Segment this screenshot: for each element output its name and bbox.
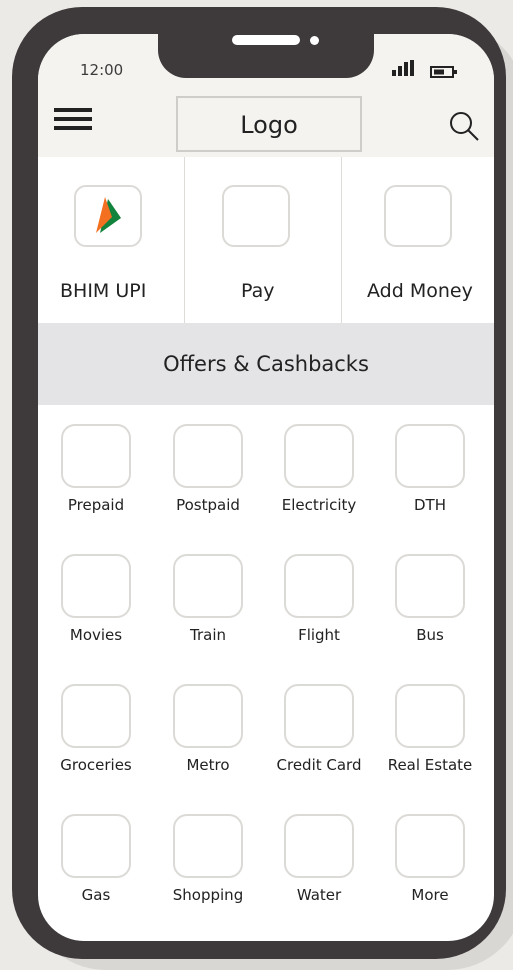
add-money-icon bbox=[384, 185, 452, 247]
electricity-icon bbox=[284, 424, 354, 488]
train-icon bbox=[173, 554, 243, 618]
service-metro[interactable]: Metro bbox=[150, 684, 260, 794]
service-label: DTH bbox=[414, 496, 446, 514]
service-label: Bus bbox=[416, 626, 444, 644]
service-label: Electricity bbox=[281, 496, 357, 514]
real-estate-icon bbox=[395, 684, 465, 748]
service-more[interactable]: More bbox=[372, 814, 482, 924]
service-label: Prepaid bbox=[67, 496, 125, 514]
status-time: 12:00 bbox=[80, 61, 124, 79]
app-screen: 12:00 Logo BHIM UPI Pay Add Money Offers… bbox=[38, 34, 494, 941]
service-groceries[interactable]: Groceries bbox=[38, 684, 148, 794]
service-label: Groceries bbox=[60, 756, 132, 774]
metro-icon bbox=[173, 684, 243, 748]
water-icon bbox=[284, 814, 354, 878]
menu-icon[interactable] bbox=[54, 108, 92, 130]
service-label: Water bbox=[296, 886, 342, 904]
service-shopping[interactable]: Shopping bbox=[150, 814, 260, 924]
service-movies[interactable]: Movies bbox=[38, 554, 148, 664]
quick-action-label: BHIM UPI bbox=[60, 280, 147, 302]
bus-icon bbox=[395, 554, 465, 618]
quick-action-pay[interactable]: Pay bbox=[185, 157, 341, 323]
service-flight[interactable]: Flight bbox=[261, 554, 371, 664]
search-icon[interactable] bbox=[448, 110, 480, 142]
signal-icon bbox=[392, 60, 414, 76]
service-credit-card[interactable]: Credit Card bbox=[261, 684, 371, 794]
service-label: More bbox=[411, 886, 449, 904]
top-bar: 12:00 Logo bbox=[38, 34, 494, 157]
quick-actions: BHIM UPI Pay Add Money bbox=[38, 157, 494, 323]
quick-action-label: Pay bbox=[241, 280, 275, 302]
quick-action-label: Add Money bbox=[367, 280, 473, 302]
more-icon bbox=[395, 814, 465, 878]
service-electricity[interactable]: Electricity bbox=[261, 424, 371, 534]
phone-notch bbox=[158, 34, 374, 78]
camera-icon bbox=[310, 36, 319, 45]
service-train[interactable]: Train bbox=[150, 554, 260, 664]
movies-icon bbox=[61, 554, 131, 618]
flight-icon bbox=[284, 554, 354, 618]
service-water[interactable]: Water bbox=[261, 814, 371, 924]
service-bus[interactable]: Bus bbox=[372, 554, 482, 664]
prepaid-icon bbox=[61, 424, 131, 488]
dth-icon bbox=[395, 424, 465, 488]
service-label: Gas bbox=[81, 886, 111, 904]
offers-cashbacks-button[interactable]: Offers & Cashbacks bbox=[38, 323, 494, 405]
groceries-icon bbox=[61, 684, 131, 748]
service-prepaid[interactable]: Prepaid bbox=[38, 424, 148, 534]
service-label: Metro bbox=[186, 756, 230, 774]
postpaid-icon bbox=[173, 424, 243, 488]
bhim-upi-icon bbox=[74, 185, 142, 247]
shopping-icon bbox=[173, 814, 243, 878]
service-real-estate[interactable]: Real Estate bbox=[372, 684, 482, 794]
service-postpaid[interactable]: Postpaid bbox=[150, 424, 260, 534]
service-label: Movies bbox=[69, 626, 123, 644]
service-label: Credit Card bbox=[276, 756, 362, 774]
quick-action-add-money[interactable]: Add Money bbox=[342, 157, 494, 323]
service-label: Flight bbox=[298, 626, 340, 644]
battery-icon bbox=[430, 66, 457, 78]
speaker-icon bbox=[232, 35, 300, 45]
credit-card-icon bbox=[284, 684, 354, 748]
pay-icon bbox=[222, 185, 290, 247]
service-label: Postpaid bbox=[176, 496, 240, 514]
service-dth[interactable]: DTH bbox=[372, 424, 482, 534]
quick-action-bhim-upi[interactable]: BHIM UPI bbox=[38, 157, 184, 323]
service-label: Train bbox=[190, 626, 226, 644]
logo: Logo bbox=[176, 96, 362, 152]
gas-icon bbox=[61, 814, 131, 878]
service-gas[interactable]: Gas bbox=[38, 814, 148, 924]
service-label: Shopping bbox=[172, 886, 244, 904]
service-label: Real Estate bbox=[387, 756, 473, 774]
